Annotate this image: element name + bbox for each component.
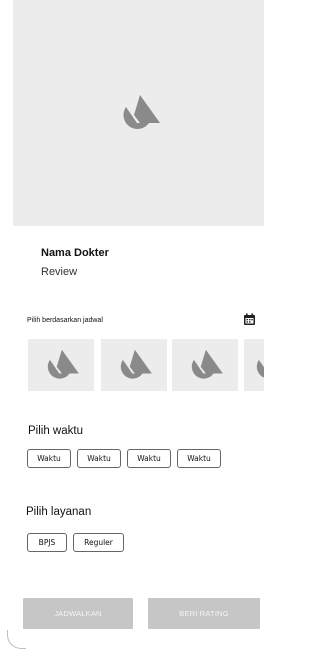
schedule-label: Pilih berdasarkan jadwal [27,317,103,324]
time-chip[interactable]: Waktu [27,449,71,468]
time-chip[interactable]: Waktu [77,449,121,468]
frame-corner [7,630,26,649]
time-chip[interactable]: Waktu [177,449,221,468]
time-chip[interactable]: Waktu [127,449,171,468]
service-section-title: Pilih layanan [26,506,92,518]
doctor-review[interactable]: Review [41,266,77,278]
schedule-button[interactable]: JADWALKAN [23,598,133,629]
rating-button[interactable]: BERI RATING [148,598,260,629]
doctor-name: Nama Dokter [41,247,109,259]
image-placeholder-icon [256,359,264,378]
image-placeholder-icon [47,349,79,379]
service-chip-reguler[interactable]: Reguler [73,533,124,552]
calendar-icon[interactable] [243,313,256,326]
date-option[interactable] [101,339,167,391]
date-option[interactable] [172,339,238,391]
image-placeholder-icon [120,349,152,379]
image-placeholder-icon [191,349,223,379]
date-option[interactable] [28,339,94,391]
image-placeholder-icon [122,95,160,130]
service-chip-bpjs[interactable]: BPJS [27,533,67,552]
date-option[interactable] [244,339,264,391]
time-section-title: Pilih waktu [28,425,83,437]
doctor-photo-placeholder [13,0,264,226]
